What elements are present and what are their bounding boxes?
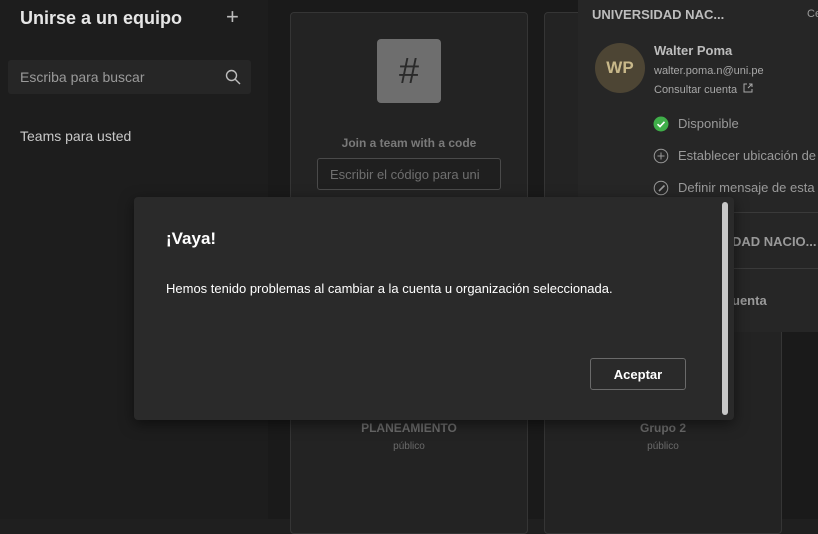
user-name: Walter Poma bbox=[654, 43, 733, 58]
status-item[interactable]: Disponible bbox=[678, 116, 739, 131]
join-label: Join a team with a code bbox=[341, 136, 477, 150]
message-icon bbox=[653, 180, 669, 196]
dialog-message: Hemos tenido problemas al cambiar a la c… bbox=[166, 281, 613, 296]
hash-icon: # bbox=[377, 39, 441, 103]
search-input[interactable]: Escriba para buscar bbox=[8, 60, 251, 94]
avatar[interactable]: WP bbox=[595, 43, 645, 93]
status-label: Disponible bbox=[678, 116, 739, 131]
team-visibility: público bbox=[393, 441, 425, 452]
accept-button[interactable]: Aceptar bbox=[590, 358, 686, 390]
code-placeholder: Escribir el código para uni bbox=[330, 167, 480, 182]
location-icon bbox=[653, 148, 669, 164]
dialog-title: ¡Vaya! bbox=[166, 229, 217, 248]
available-status-icon bbox=[653, 116, 669, 132]
set-status-message-item[interactable]: Definir mensaje de esta bbox=[678, 180, 815, 195]
sidebar-title: Unirse a un equipo bbox=[20, 8, 183, 28]
view-account-label: Consultar cuenta bbox=[654, 84, 738, 96]
search-placeholder: Escriba para buscar bbox=[20, 69, 145, 85]
team-name: Grupo 2 bbox=[639, 421, 686, 435]
add-icon[interactable]: + bbox=[226, 4, 239, 30]
team-name: PLANEAMIENTO bbox=[361, 421, 457, 435]
sign-out-link[interactable]: Ce bbox=[807, 8, 818, 20]
set-location-item[interactable]: Establecer ubicación de bbox=[678, 148, 816, 163]
external-link-icon bbox=[743, 83, 753, 93]
user-email: walter.poma.n@uni.pe bbox=[654, 65, 764, 77]
org-name: UNIVERSIDAD NAC... bbox=[592, 7, 725, 22]
team-code-input[interactable]: Escribir el código para uni bbox=[317, 158, 501, 190]
dialog-scrollbar[interactable] bbox=[722, 202, 728, 415]
team-visibility: público bbox=[647, 441, 679, 452]
set-location-label: Establecer ubicación de bbox=[678, 148, 817, 163]
org-name-secondary[interactable]: DAD NACIO... bbox=[732, 234, 817, 249]
sidebar-item-teams-for-you[interactable]: Teams para usted bbox=[20, 128, 131, 144]
add-account-item[interactable]: uenta bbox=[732, 293, 767, 308]
error-dialog: ¡Vaya! Hemos tenido problemas al cambiar… bbox=[134, 197, 734, 420]
view-account-link[interactable]: Consultar cuenta bbox=[654, 83, 753, 96]
search-icon[interactable] bbox=[225, 69, 241, 85]
set-message-label: Definir mensaje de esta bbox=[678, 180, 815, 195]
